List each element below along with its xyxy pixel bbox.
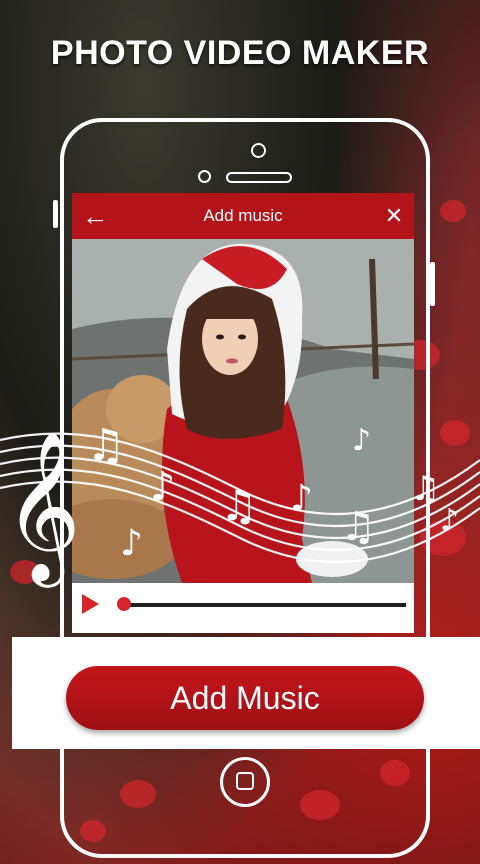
side-button-right bbox=[430, 262, 435, 306]
home-square-icon bbox=[236, 772, 254, 790]
camera-icon bbox=[251, 143, 266, 158]
seek-thumb[interactable] bbox=[116, 597, 131, 611]
speaker-slot bbox=[226, 172, 292, 183]
seek-track[interactable] bbox=[118, 603, 406, 607]
phone-screen: ← Add music ✕ bbox=[72, 193, 414, 633]
audio-player bbox=[72, 583, 414, 633]
promo-stage: PHOTO VIDEO MAKER ← Add music ✕ 𝄞 ♫ ♪ ♫ … bbox=[0, 0, 480, 864]
close-icon[interactable]: ✕ bbox=[374, 203, 414, 229]
sensor-icon bbox=[198, 170, 211, 183]
add-music-button[interactable]: Add Music bbox=[66, 666, 424, 730]
app-bar: ← Add music ✕ bbox=[72, 193, 414, 239]
headline: PHOTO VIDEO MAKER bbox=[50, 34, 430, 72]
photo-illustration bbox=[72, 239, 414, 583]
preview-photo bbox=[72, 239, 414, 583]
screen-title: Add music bbox=[203, 206, 283, 225]
side-button-left bbox=[53, 200, 58, 228]
play-icon[interactable] bbox=[82, 594, 99, 614]
